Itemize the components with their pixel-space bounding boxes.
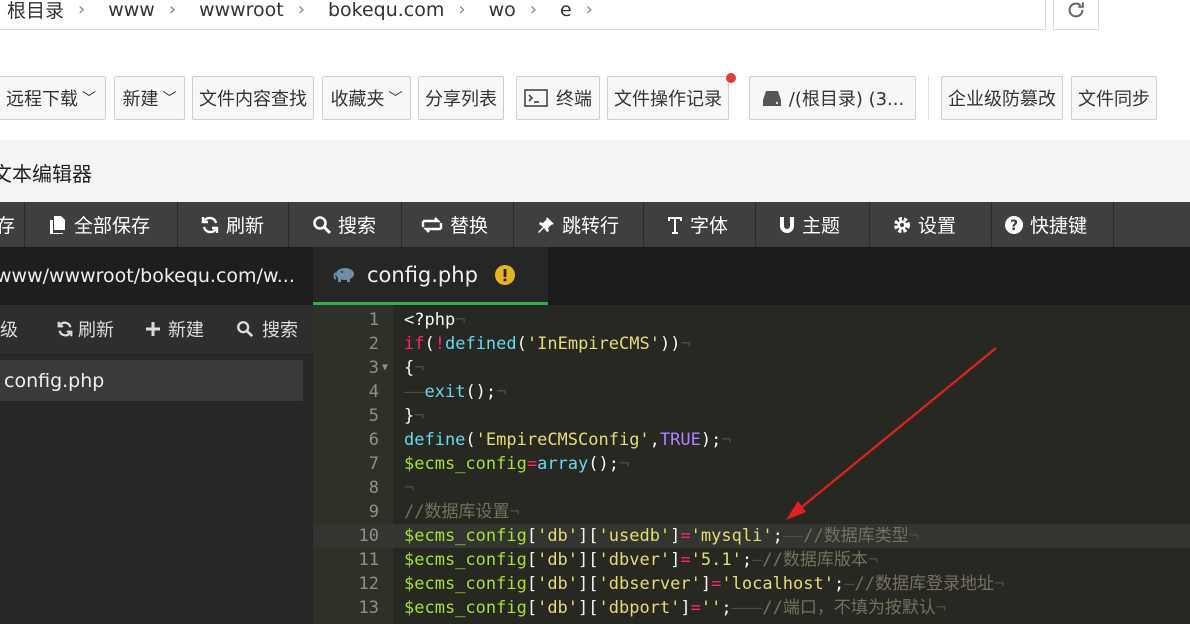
- annotation-arrow: [786, 347, 997, 520]
